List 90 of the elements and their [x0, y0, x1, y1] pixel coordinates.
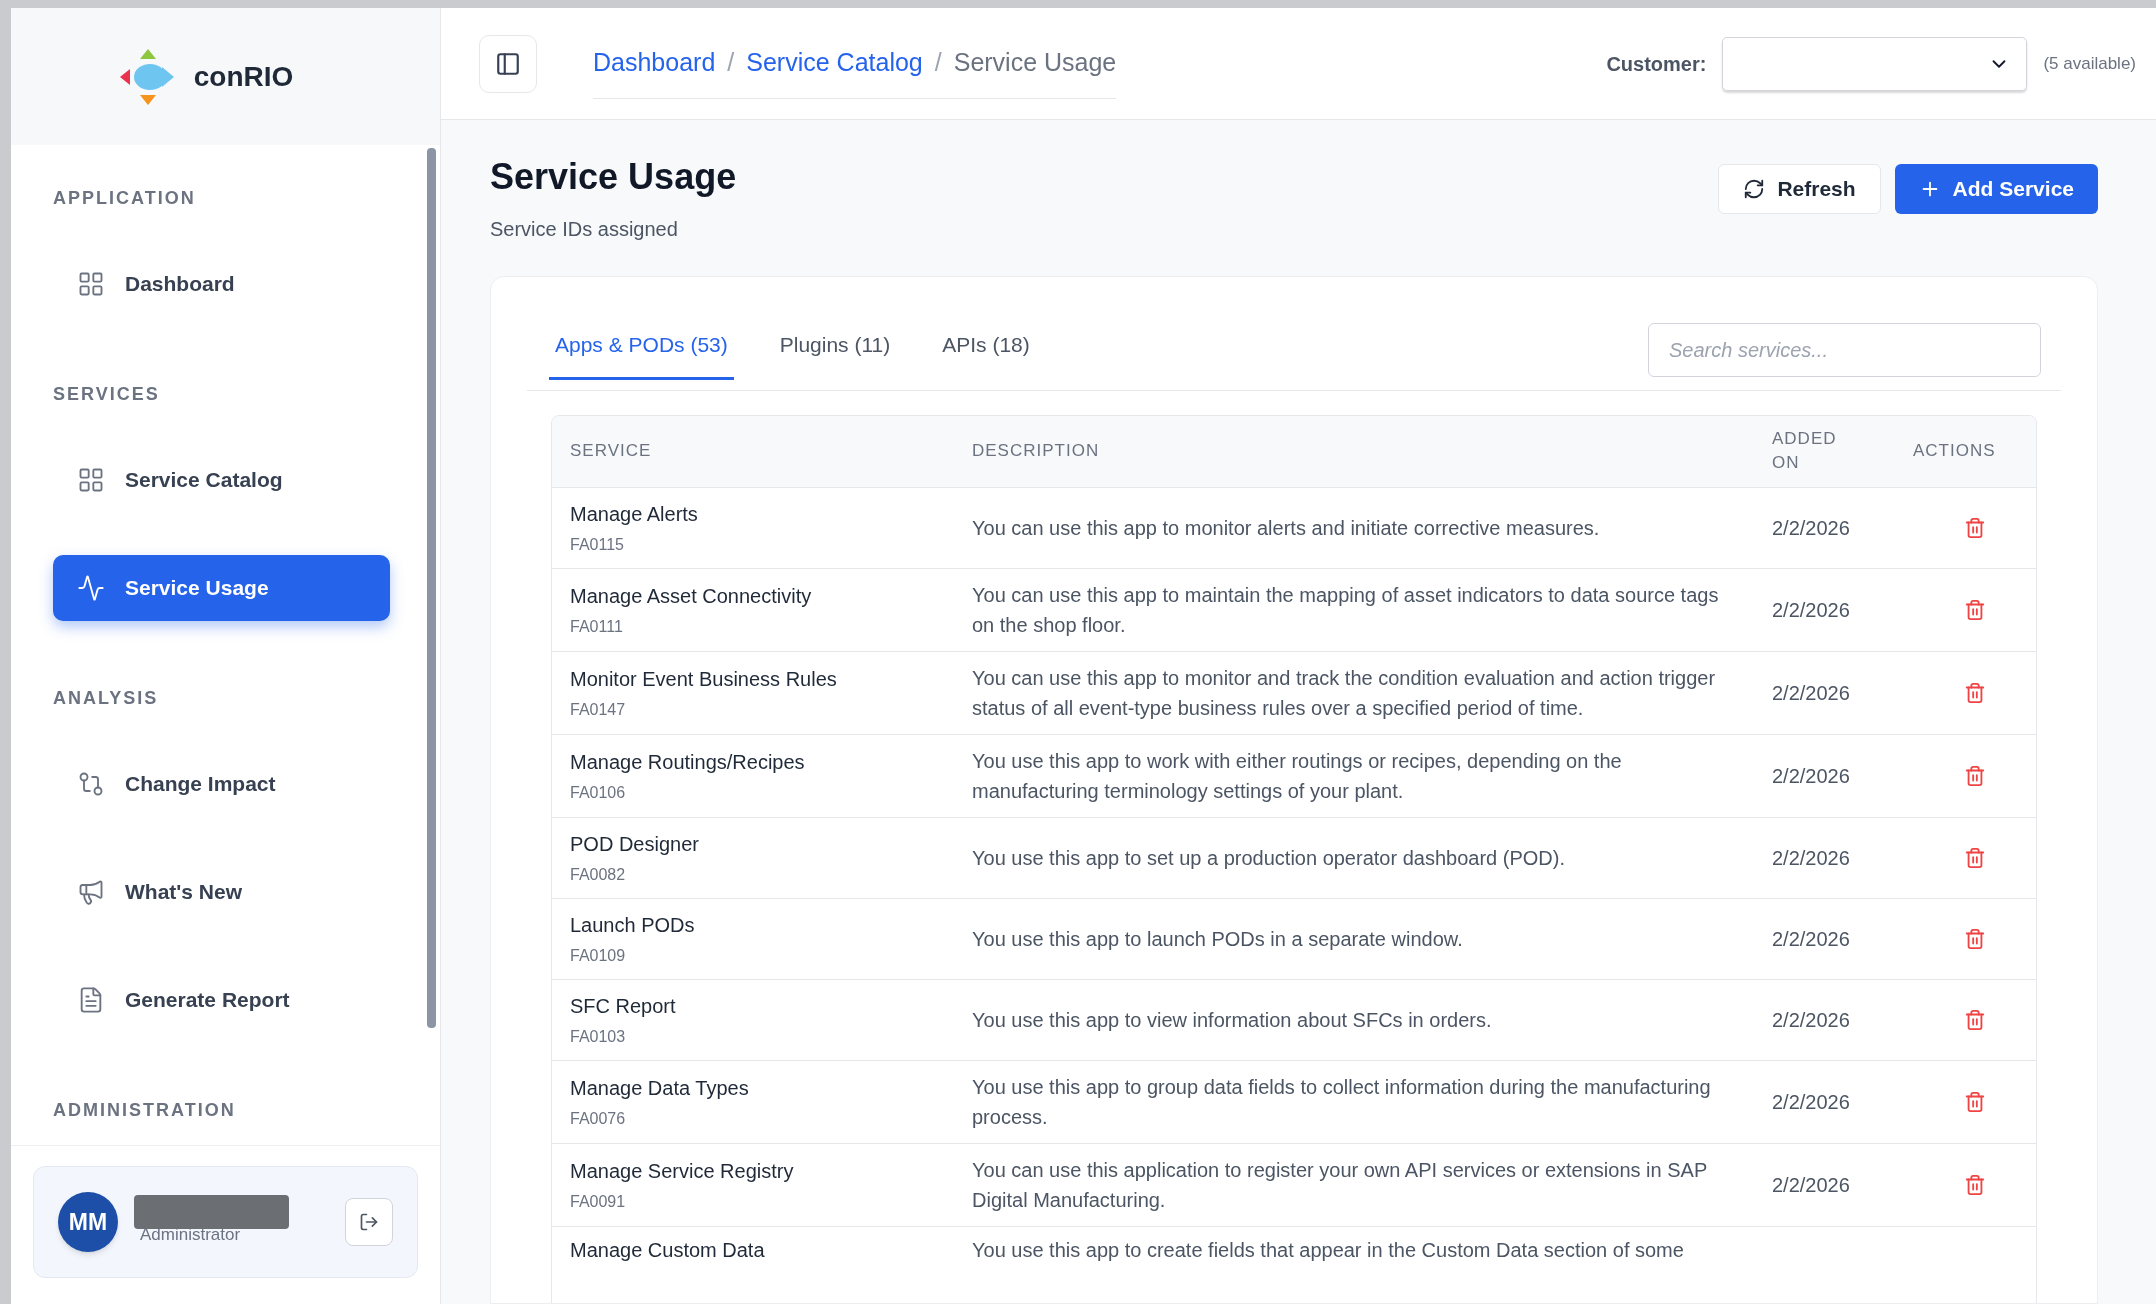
trash-icon — [1963, 846, 1986, 869]
service-description: You can use this application to register your own API services or extensions in SAP Digital Manufacturing. — [972, 1157, 1708, 1213]
service-description: You use this app to group data fields to collect information during the manufacturing process. — [972, 1074, 1712, 1130]
service-id: FA0115 — [570, 534, 625, 555]
section-heading: SERVICES — [53, 383, 161, 406]
sidebar-toggle-button[interactable] — [479, 34, 537, 93]
service-id: FA0109 — [570, 945, 627, 966]
page-title: Service Usage — [490, 155, 737, 199]
trash-icon — [1963, 1008, 1986, 1031]
service-id: FA0082 — [570, 864, 627, 885]
grid-icon — [77, 466, 105, 494]
trash-icon — [1963, 1090, 1986, 1113]
branch-icon — [77, 770, 105, 798]
service-name: SFC Report — [570, 993, 677, 1019]
available-count: (5 available) — [2043, 52, 2136, 75]
trash-icon — [1963, 598, 1986, 621]
service-name: Manage Asset Connectivity — [570, 583, 813, 609]
service-name: Manage Service Registry — [570, 1158, 795, 1184]
breadcrumb-current: Service Usage — [953, 47, 1117, 79]
section-heading: ADMINISTRATION — [53, 1099, 237, 1122]
user-avatar: MM — [58, 1192, 118, 1252]
logout-button[interactable] — [345, 1198, 393, 1246]
service-id: FA0111 — [570, 616, 624, 637]
breadcrumb-link[interactable]: Service Catalog — [746, 44, 923, 82]
added-date: 2/2/2026 — [1772, 597, 1851, 623]
service-id: FA0076 — [570, 1108, 627, 1129]
breadcrumb-link[interactable]: Dashboard — [593, 44, 716, 82]
nav-item[interactable]: Service Catalog — [53, 447, 390, 513]
added-date: 2/2/2026 — [1772, 1007, 1851, 1033]
added-date: 2/2/2026 — [1772, 763, 1851, 789]
customer-label: Customer: — [1606, 51, 1707, 77]
trash-icon — [1963, 1173, 1986, 1196]
refresh-icon — [1743, 178, 1766, 200]
added-date: 2/2/2026 — [1772, 1089, 1851, 1115]
trash-icon — [1963, 927, 1986, 950]
logout-icon — [359, 1212, 379, 1232]
service-description: You use this app to work with either routings or recipes, depending on the manufacturing terminology settings of your plant. — [972, 748, 1623, 804]
service-name: Manage Routings/Recipes — [570, 749, 806, 775]
service-id: FA0103 — [570, 1026, 627, 1047]
megaphone-icon — [77, 878, 105, 906]
service-id: FA0091 — [570, 1191, 627, 1212]
service-description: You can use this app to maintain the mapping of asset indicators to data source tags on the shop floor. — [972, 582, 1720, 638]
trash-icon — [1963, 516, 1986, 539]
brand-name: conRIO — [193, 59, 294, 94]
page-subtitle: Service IDs assigned — [490, 217, 679, 242]
trash-icon — [1963, 681, 1986, 704]
user-role: Administrator — [140, 1223, 241, 1246]
service-description: You use this app to create fields that appear in the Custom Data section of some — [972, 1237, 1685, 1263]
service-description: You use this app to set up a production operator dashboard (POD). — [972, 845, 1566, 871]
service-id: FA0147 — [570, 699, 627, 720]
added-date: 2/2/2026 — [1772, 926, 1851, 952]
nav-item[interactable]: What's New — [53, 859, 390, 925]
service-name: POD Designer — [570, 831, 700, 857]
service-description: You can use this app to monitor alerts and initiate corrective measures. — [972, 515, 1601, 541]
add-service-button[interactable]: Add Service — [1894, 164, 2098, 214]
column-header: DESCRIPTION — [972, 440, 1101, 463]
nav-item[interactable]: Service Usage — [53, 555, 390, 621]
trash-icon — [1963, 764, 1986, 787]
added-date: 2/2/2026 — [1772, 845, 1851, 871]
tab[interactable]: APIs (18) — [936, 321, 1036, 380]
section-heading: ANALYSIS — [53, 687, 160, 710]
nav-item[interactable]: Generate Report — [53, 967, 390, 1033]
section-heading: APPLICATION — [53, 187, 197, 210]
service-description: You use this app to view information about SFCs in orders. — [972, 1007, 1493, 1033]
breadcrumb-separator: / — [934, 47, 942, 79]
column-header: ACTIONS — [1913, 440, 1997, 463]
search-field[interactable]: Search services... — [1648, 323, 2041, 378]
service-description: You use this app to launch PODs in a separate window. — [972, 926, 1464, 952]
grid-icon — [77, 270, 105, 298]
added-date: 2/2/2026 — [1772, 1172, 1851, 1198]
scrollbar[interactable] — [427, 148, 436, 1028]
service-name: Manage Custom Data — [570, 1237, 766, 1263]
service-name: Manage Data Types — [570, 1075, 750, 1101]
pulse-icon — [77, 574, 105, 602]
column-header: ADDED ON — [1772, 428, 1838, 474]
tab[interactable]: Plugins (11) — [773, 321, 897, 380]
service-name: Monitor Event Business Rules — [570, 666, 838, 692]
column-header: SERVICE — [569, 440, 653, 463]
service-id: FA0106 — [570, 782, 627, 803]
sidebar-toggle-icon — [495, 50, 521, 77]
service-name: Launch PODs — [570, 912, 696, 938]
breadcrumb-separator: / — [727, 47, 735, 79]
refresh-button[interactable]: Refresh — [1718, 164, 1881, 214]
nav-item[interactable]: Dashboard — [53, 251, 390, 317]
service-name: Manage Alerts — [570, 501, 699, 527]
added-date: 2/2/2026 — [1772, 515, 1851, 541]
service-description: You can use this app to monitor and track the condition evaluation and action trigger status of all event-type business rules over a specified period of time. — [972, 665, 1717, 721]
nav-item[interactable]: Change Impact — [53, 751, 390, 817]
added-date: 2/2/2026 — [1772, 680, 1851, 706]
tab[interactable]: Apps & PODs (53) — [549, 321, 734, 380]
